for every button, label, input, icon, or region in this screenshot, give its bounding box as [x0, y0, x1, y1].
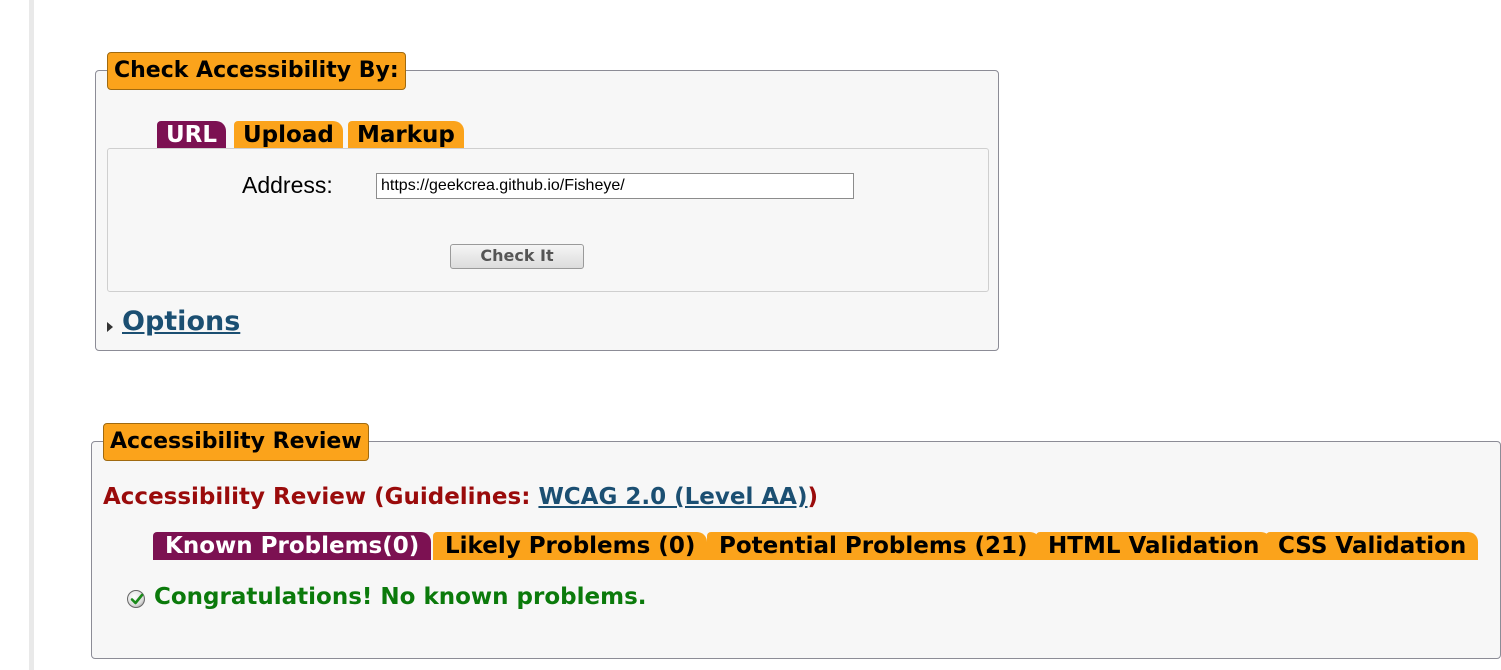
options-expand-icon[interactable]	[107, 322, 113, 332]
tab-potential-problems[interactable]: Potential Problems (21)	[707, 532, 1040, 560]
tab-likely-problems[interactable]: Likely Problems (0)	[433, 532, 708, 560]
address-label: Address:	[242, 172, 333, 198]
tab-html-validation[interactable]: HTML Validation	[1036, 532, 1272, 560]
review-heading-suffix: )	[807, 484, 819, 510]
url-form-box	[107, 148, 989, 292]
page-left-border	[29, 0, 34, 670]
review-result-tabs: Known Problems(0) Likely Problems (0) Po…	[153, 532, 1483, 560]
check-accessibility-legend: Check Accessibility By:	[107, 52, 406, 90]
guidelines-link[interactable]: WCAG 2.0 (Level AA)	[538, 484, 807, 510]
tab-upload[interactable]: Upload	[234, 121, 343, 149]
tab-css-validation[interactable]: CSS Validation	[1266, 532, 1479, 560]
tab-markup[interactable]: Markup	[348, 121, 464, 149]
success-message: Congratulations! No known problems.	[154, 584, 647, 610]
input-method-tabs: URL Upload Markup	[157, 121, 477, 149]
options-link[interactable]: Options	[122, 306, 240, 337]
accessibility-review-legend: Accessibility Review	[103, 423, 369, 461]
address-input[interactable]	[376, 173, 854, 199]
tab-url[interactable]: URL	[157, 121, 227, 149]
review-heading: Accessibility Review (Guidelines: WCAG 2…	[103, 484, 818, 510]
check-ok-icon	[127, 590, 145, 608]
review-heading-prefix: Accessibility Review (Guidelines:	[103, 484, 539, 510]
check-it-button[interactable]: Check It	[450, 244, 584, 269]
tab-known-problems[interactable]: Known Problems(0)	[153, 532, 432, 560]
